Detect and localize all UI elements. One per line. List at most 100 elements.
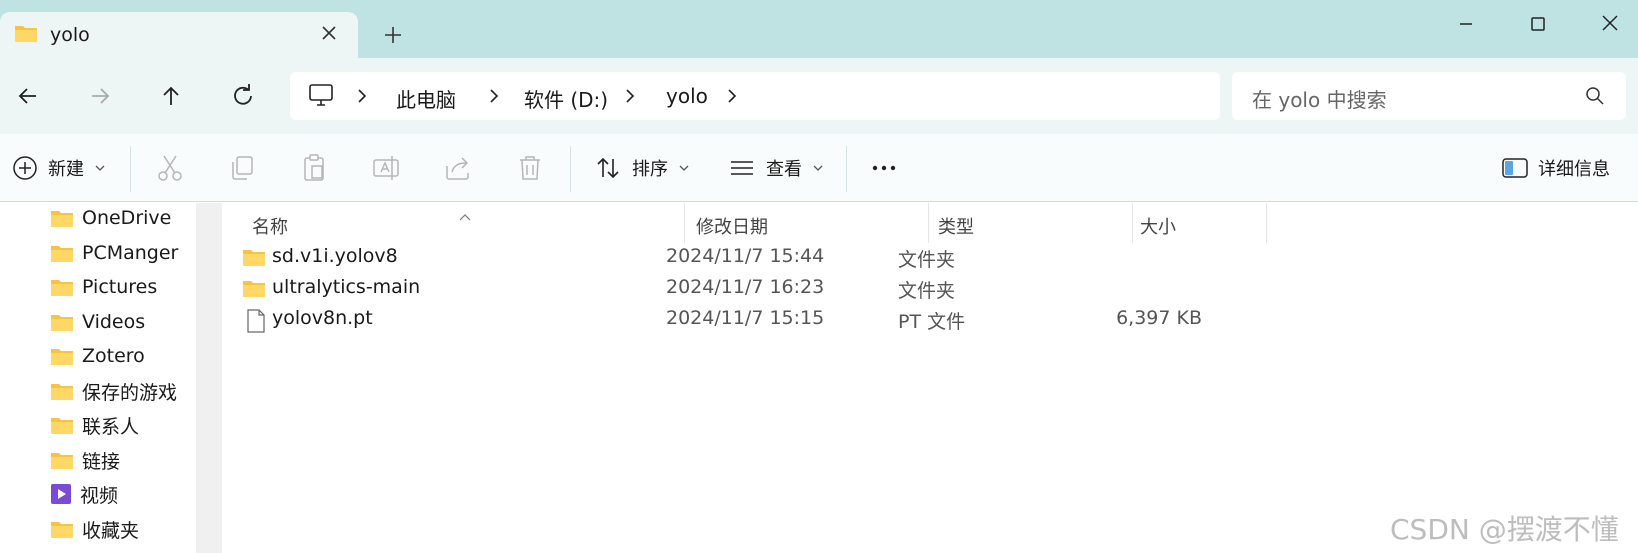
new-tab-icon[interactable] (380, 22, 406, 48)
delete-icon[interactable] (514, 152, 546, 184)
chevron-right-icon[interactable] (484, 86, 504, 106)
sidebar-item[interactable]: PCManger (50, 238, 178, 268)
chevron-right-icon[interactable] (352, 86, 372, 106)
details-label: 详细信息 (1538, 159, 1610, 180)
folder-icon (50, 346, 74, 366)
sidebar-item-label: 视频 (80, 484, 119, 507)
sidebar-scrollbar[interactable] (196, 203, 222, 553)
copy-icon[interactable] (226, 152, 258, 184)
file-name: sd.v1i.yolov8 (272, 245, 398, 267)
sidebar-item[interactable]: 联系人 (50, 410, 139, 440)
sidebar-item[interactable]: 视频 (50, 479, 118, 509)
sidebar-item[interactable]: Zotero (50, 341, 145, 371)
breadcrumb-yolo[interactable]: yolo (666, 84, 708, 108)
folder-icon (50, 415, 74, 435)
file-type: 文件夹 (898, 249, 956, 271)
tab-yolo[interactable]: yolo (0, 12, 358, 58)
forward-arrow-icon[interactable] (82, 78, 118, 114)
sidebar-item-label: Pictures (82, 276, 158, 298)
chevron-down-icon (95, 165, 105, 171)
computer-icon[interactable] (308, 82, 334, 113)
address-bar[interactable]: 此电脑 软件 (D:) yolo (290, 72, 1220, 120)
new-label: 新建 (48, 159, 84, 180)
cut-icon[interactable] (154, 152, 186, 184)
maximize-icon[interactable] (1518, 10, 1558, 38)
more-options-icon[interactable] (868, 152, 900, 184)
column-header-name[interactable]: 名称 (252, 213, 288, 239)
minimize-icon[interactable] (1446, 10, 1486, 38)
sidebar-item-label: 收藏夹 (82, 519, 140, 542)
title-bar: yolo (0, 0, 1638, 58)
sidebar-item[interactable]: 链接 (50, 445, 120, 475)
rename-icon[interactable] (370, 152, 402, 184)
command-bar: 新建 排序 查看 详细信息 (0, 134, 1638, 202)
column-header-size[interactable]: 大小 (1140, 213, 1176, 239)
folder-icon (242, 278, 266, 303)
file-type: 文件夹 (898, 280, 956, 302)
sidebar-item-label: OneDrive (82, 207, 172, 229)
share-icon[interactable] (442, 152, 474, 184)
column-divider[interactable] (1132, 203, 1133, 243)
watermark: CSDN @摆渡不懂 (1390, 513, 1619, 546)
column-divider[interactable] (1266, 203, 1267, 243)
sidebar-item[interactable]: 保存的游戏 (50, 376, 177, 406)
view-lines-icon (731, 161, 753, 175)
file-row[interactable]: sd.v1i.yolov8 2024/11/7 15:44 文件夹 (222, 245, 1282, 273)
close-window-icon[interactable] (1590, 10, 1630, 38)
column-divider[interactable] (928, 203, 929, 243)
file-type: PT 文件 (898, 311, 966, 333)
paste-icon[interactable] (298, 152, 330, 184)
sidebar-item-label: 链接 (82, 450, 121, 473)
search-box[interactable]: 在 yolo 中搜索 (1232, 72, 1626, 120)
details-pane-icon (1502, 158, 1528, 178)
sort-arrows-icon (597, 157, 619, 179)
breadcrumb-this-pc[interactable]: 此电脑 (396, 84, 456, 113)
chevron-right-icon[interactable] (620, 86, 640, 106)
sidebar-item-label: 联系人 (82, 415, 140, 438)
file-size: 6,397 KB (1116, 307, 1202, 329)
view-button[interactable]: 查看 (728, 151, 824, 185)
sidebar-item-label: Videos (82, 311, 146, 333)
folder-icon (242, 247, 266, 272)
column-header-type[interactable]: 类型 (938, 213, 974, 239)
back-arrow-icon[interactable] (10, 78, 46, 114)
folder-icon (50, 450, 74, 470)
chevron-down-icon (813, 165, 823, 171)
new-button[interactable]: 新建 (12, 151, 106, 185)
file-row[interactable]: ultralytics-main 2024/11/7 16:23 文件夹 (222, 276, 1282, 304)
file-name: yolov8n.pt (272, 307, 373, 329)
folder-icon (50, 312, 74, 332)
sort-button[interactable]: 排序 (594, 151, 690, 185)
sidebar-item[interactable]: OneDrive (50, 203, 171, 233)
details-pane-button[interactable]: 详细信息 (1502, 151, 1610, 185)
refresh-icon[interactable] (225, 78, 261, 114)
sidebar-item[interactable]: Videos (50, 307, 145, 337)
file-row[interactable]: yolov8n.pt 2024/11/7 15:15 PT 文件 6,397 KB (222, 307, 1282, 335)
sidebar-item-label: Zotero (82, 345, 145, 367)
sidebar-item[interactable]: Pictures (50, 272, 157, 302)
toolbar-divider (130, 146, 131, 192)
folder-icon (50, 277, 74, 297)
sidebar-item[interactable]: 收藏夹 (50, 514, 139, 544)
search-input[interactable]: 在 yolo 中搜索 (1252, 84, 1387, 113)
search-icon[interactable] (1584, 85, 1606, 112)
folder-icon (50, 208, 74, 228)
sort-ascending-icon (458, 205, 472, 226)
file-date: 2024/11/7 15:44 (666, 245, 825, 267)
toolbar-divider (846, 146, 847, 192)
close-tab-icon[interactable] (316, 20, 342, 46)
breadcrumb-drive-d[interactable]: 软件 (D:) (524, 84, 608, 113)
navigation-bar: 此电脑 软件 (D:) yolo 在 yolo 中搜索 (0, 58, 1638, 134)
file-name: ultralytics-main (272, 276, 421, 298)
sidebar-item-label: PCManger (82, 242, 179, 264)
folder-icon (50, 381, 74, 401)
tab-title: yolo (50, 24, 90, 46)
column-header-date[interactable]: 修改日期 (696, 213, 768, 239)
folder-icon (50, 243, 74, 263)
file-date: 2024/11/7 16:23 (666, 276, 825, 298)
chevron-right-icon[interactable] (722, 86, 742, 106)
file-list: 名称 修改日期 类型 大小 sd.v1i.yolov8 2024/11/7 15:… (222, 203, 1638, 553)
view-label: 查看 (766, 159, 802, 180)
up-arrow-icon[interactable] (153, 78, 189, 114)
column-divider[interactable] (684, 203, 685, 243)
